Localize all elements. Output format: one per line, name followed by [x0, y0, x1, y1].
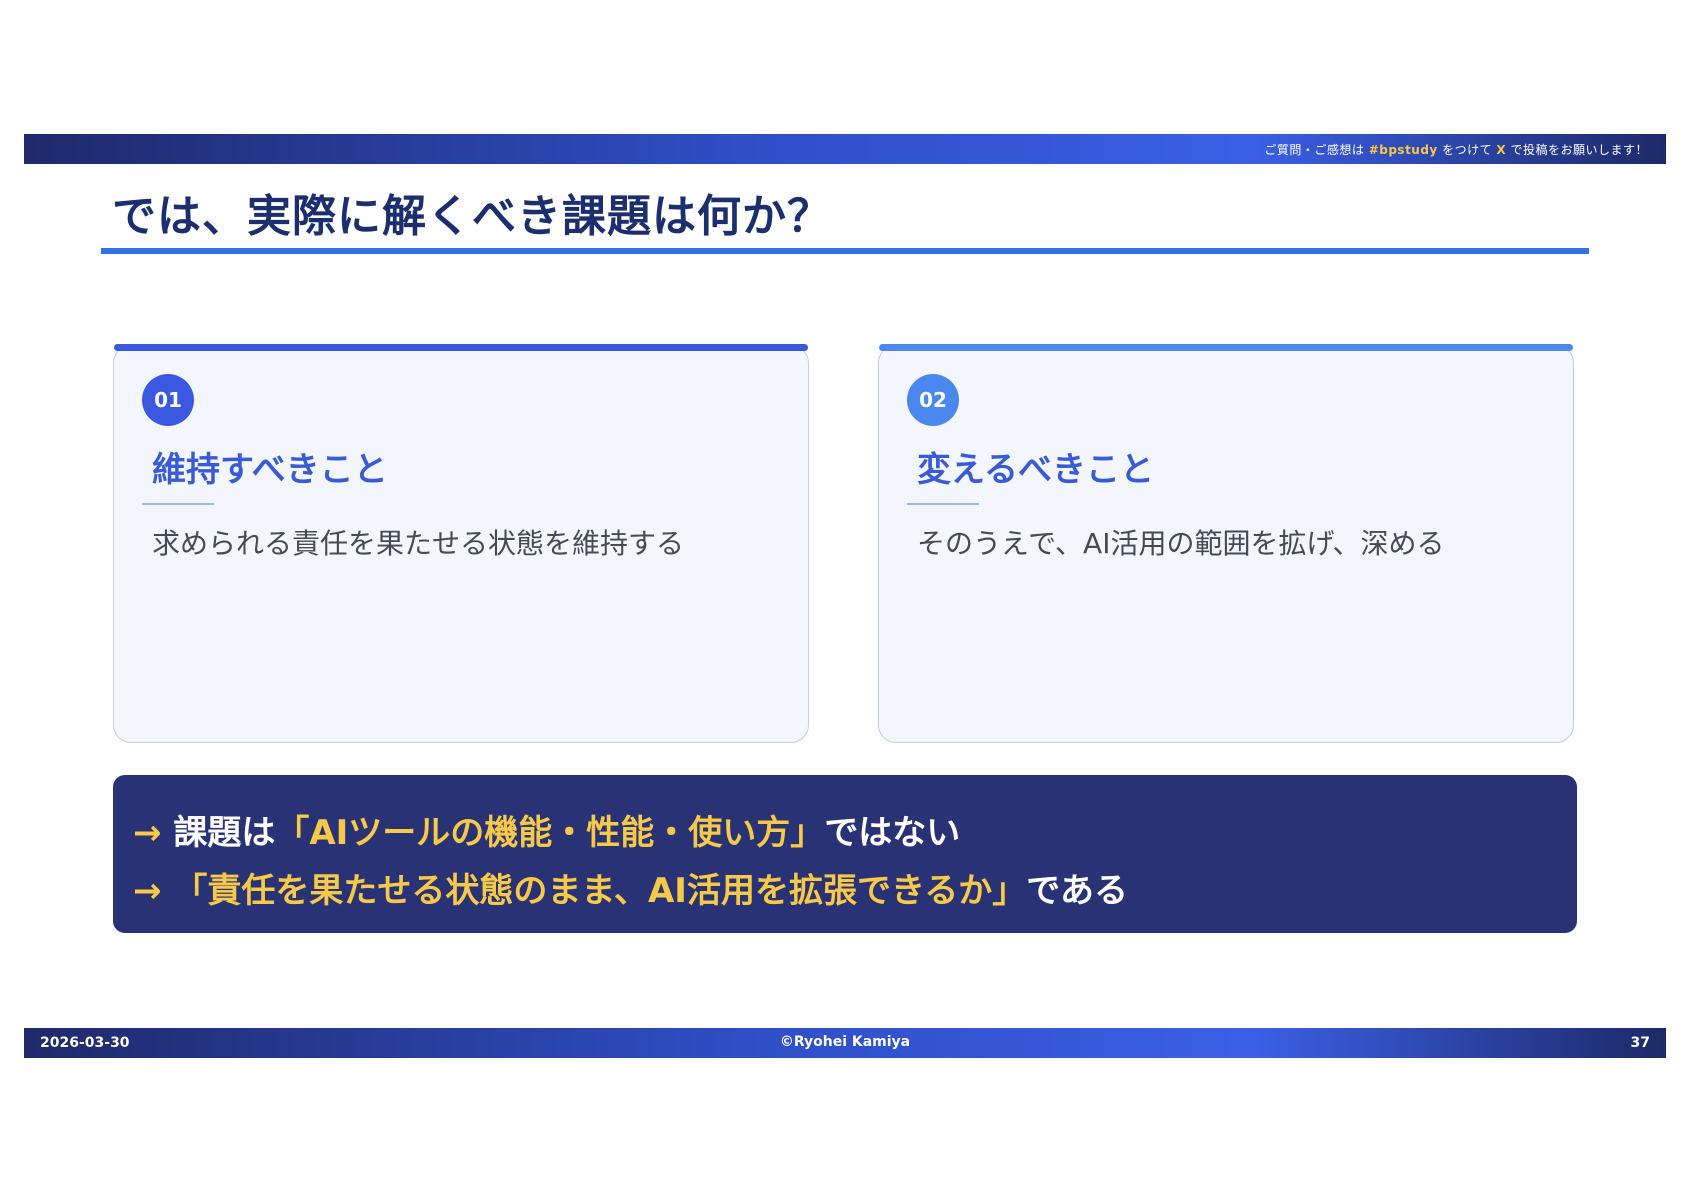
card-accent-bar	[114, 344, 808, 351]
header-bar: ご質問・ご感想は #bpstudy をつけて X で投稿をお願いします！	[24, 134, 1666, 164]
conclusion-line-2: → 「責任を果たせる状態のまま、AI活用を拡張できるか」である	[133, 863, 1128, 912]
conclusion-box: → 課題は「AIツールの機能・性能・使い方」ではない → 「責任を果たせる状態の…	[113, 775, 1577, 933]
footer-bar: 2026-03-30 ©Ryohei Kamiya 37	[24, 1028, 1666, 1058]
conclusion-text: 課題は	[161, 813, 276, 853]
notice-mid: をつけて	[1437, 143, 1497, 157]
notice-prefix: ご質問・ご感想は	[1264, 143, 1369, 157]
conclusion-line-1: → 課題は「AIツールの機能・性能・使い方」ではない	[133, 805, 960, 854]
card-body: 求められる責任を果たせる状態を維持する	[152, 527, 685, 560]
card-accent-bar	[879, 344, 1573, 351]
footer-copyright: ©Ryohei Kamiya	[779, 1034, 911, 1050]
card-divider	[142, 503, 214, 505]
conclusion-text: ではない	[824, 813, 961, 853]
hashtag-notice: ご質問・ご感想は #bpstudy をつけて X で投稿をお願いします！	[1264, 141, 1648, 158]
card-keep: 01 維持すべきこと 求められる責任を果たせる状態を維持する	[113, 344, 809, 743]
arrow-icon: →	[133, 813, 162, 853]
card-heading: 維持すべきこと	[152, 450, 388, 490]
conclusion-text: である	[1026, 871, 1128, 911]
notice-hashtag: #bpstudy	[1368, 143, 1438, 157]
card-change: 02 変えるべきこと そのうえで、AI活用の範囲を拡げ、深める	[878, 344, 1574, 743]
card-body: そのうえで、AI活用の範囲を拡げ、深める	[917, 527, 1445, 560]
arrow-icon: →	[133, 871, 162, 911]
conclusion-text	[162, 871, 174, 911]
card-divider	[907, 503, 979, 505]
card-heading: 変えるべきこと	[917, 450, 1154, 490]
page-title: では、実際に解くべき課題は何か？	[112, 191, 832, 242]
number-badge: 01	[142, 374, 194, 426]
conclusion-quote: 「責任を果たせる状態のまま、AI活用を拡張できるか」	[173, 871, 1027, 911]
conclusion-quote: 「AIツールの機能・性能・使い方」	[275, 813, 825, 853]
title-underline	[101, 248, 1589, 254]
notice-x: X	[1496, 143, 1507, 157]
slide: ご質問・ご感想は #bpstudy をつけて X で投稿をお願いします！ では、…	[0, 0, 1684, 1190]
page-number: 37	[1630, 1035, 1650, 1051]
notice-suffix: で投稿をお願いします！	[1506, 143, 1648, 157]
number-badge: 02	[907, 374, 959, 426]
